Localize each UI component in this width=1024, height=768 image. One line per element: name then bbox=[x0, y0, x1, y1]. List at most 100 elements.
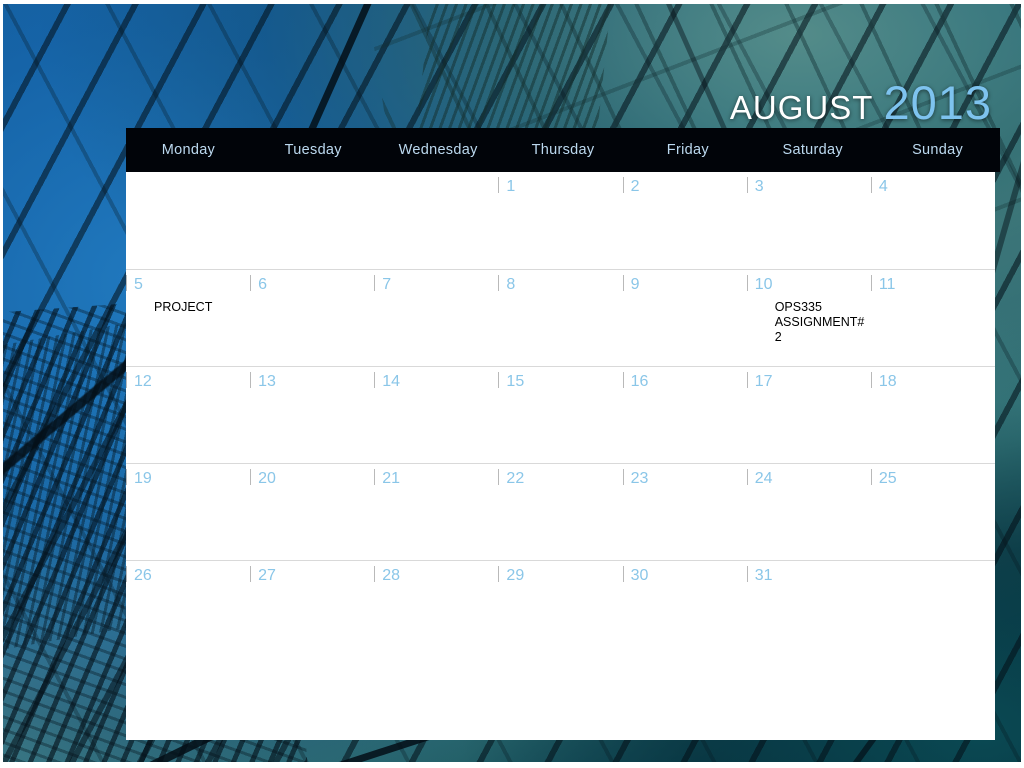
calendar-day-cell[interactable]: 1 bbox=[498, 172, 622, 269]
calendar-week-row bbox=[126, 657, 995, 737]
calendar-empty-cell bbox=[871, 561, 995, 657]
calendar-day-cell[interactable]: 20 bbox=[250, 464, 374, 560]
day-number: 6 bbox=[258, 276, 268, 293]
calendar-day-cell[interactable]: 17 bbox=[746, 367, 871, 463]
day-number: 2 bbox=[630, 178, 640, 195]
day-header-sunday: Sunday bbox=[912, 142, 964, 158]
day-number: 26 bbox=[134, 567, 152, 584]
calendar-day-cell[interactable]: 26 bbox=[126, 561, 250, 657]
calendar-empty-cell bbox=[250, 657, 374, 737]
calendar: Monday Tuesday Wednesday Thursday Friday Satu… bbox=[126, 128, 1000, 740]
calendar-week-row: 1 2 3 4 bbox=[126, 172, 995, 269]
calendar-day-cell[interactable]: 19 bbox=[126, 464, 250, 560]
day-number: 4 bbox=[878, 178, 888, 195]
day-tick-mark bbox=[126, 275, 127, 291]
calendar-empty-cell bbox=[623, 657, 747, 737]
day-tick-mark bbox=[498, 275, 500, 291]
day-number: 31 bbox=[754, 567, 773, 584]
calendar-day-cell[interactable]: 15 bbox=[498, 367, 622, 463]
day-number: 18 bbox=[878, 373, 897, 390]
calendar-day-cell[interactable]: 14 bbox=[374, 367, 498, 463]
calendar-empty-cell bbox=[250, 172, 374, 269]
day-number: 8 bbox=[506, 276, 516, 293]
day-of-week-header: Monday Tuesday Wednesday Thursday Friday Satu… bbox=[126, 128, 1000, 172]
calendar-day-cell[interactable]: 18 bbox=[870, 367, 995, 463]
day-tick-mark bbox=[374, 275, 376, 291]
calendar-empty-cell bbox=[747, 657, 871, 737]
calendar-day-cell[interactable]: 10 OPS335 ASSIGNMENT# 2 bbox=[746, 270, 871, 366]
calendar-day-cell[interactable]: 7 bbox=[374, 270, 498, 366]
day-tick-mark bbox=[622, 275, 624, 291]
calendar-day-cell[interactable]: 2 bbox=[622, 172, 747, 269]
calendar-empty-cell bbox=[374, 657, 498, 737]
day-tick-mark bbox=[250, 275, 252, 291]
day-number: 25 bbox=[878, 470, 897, 487]
day-number: 7 bbox=[382, 276, 392, 293]
day-tick-mark bbox=[126, 566, 127, 582]
day-tick-mark bbox=[622, 566, 624, 582]
calendar-day-cell[interactable]: 5 PROJECT bbox=[126, 270, 250, 366]
day-header-wednesday: Wednesday bbox=[398, 142, 478, 158]
day-number: 20 bbox=[258, 470, 276, 487]
calendar-grid: 1 2 3 4 5 PROJECT 6 7 8 9 10 OPS335 ASSIGNMENT# 2 11… bbox=[126, 172, 995, 740]
day-number: 5 bbox=[134, 276, 143, 293]
day-tick-mark bbox=[126, 372, 127, 388]
calendar-empty-cell bbox=[871, 657, 995, 737]
calendar-day-cell[interactable]: 25 bbox=[870, 464, 995, 560]
calendar-day-cell[interactable]: 29 bbox=[498, 561, 622, 657]
calendar-day-cell[interactable]: 8 bbox=[498, 270, 622, 366]
day-number: 15 bbox=[506, 373, 525, 390]
day-tick-mark bbox=[374, 372, 376, 388]
calendar-day-cell[interactable]: 3 bbox=[746, 172, 871, 269]
calendar-week-row: 26 27 28 29 30 31 bbox=[126, 560, 995, 657]
day-header-tuesday: Tuesday bbox=[284, 142, 342, 158]
calendar-day-cell[interactable]: 23 bbox=[622, 464, 747, 560]
calendar-day-cell[interactable]: 28 bbox=[374, 561, 498, 657]
day-number: 22 bbox=[506, 470, 525, 487]
calendar-empty-cell bbox=[374, 172, 498, 269]
day-number: 9 bbox=[630, 276, 640, 293]
calendar-day-cell[interactable]: 21 bbox=[374, 464, 498, 560]
calendar-day-cell[interactable]: 9 bbox=[622, 270, 747, 366]
day-tick-mark bbox=[870, 177, 872, 193]
calendar-event[interactable]: PROJECT bbox=[154, 300, 232, 315]
day-header-saturday: Saturday bbox=[782, 142, 843, 158]
calendar-day-cell[interactable]: 4 bbox=[870, 172, 995, 269]
calendar-day-cell[interactable]: 31 bbox=[746, 561, 871, 657]
calendar-day-cell[interactable]: 30 bbox=[622, 561, 747, 657]
day-number: 30 bbox=[630, 567, 649, 584]
day-tick-mark bbox=[498, 372, 500, 388]
calendar-empty-cell bbox=[126, 657, 250, 737]
day-number: 1 bbox=[506, 178, 516, 195]
day-tick-mark bbox=[126, 469, 127, 485]
day-tick-mark bbox=[622, 469, 624, 485]
calendar-day-cell[interactable]: 16 bbox=[622, 367, 747, 463]
calendar-day-cell[interactable]: 12 bbox=[126, 367, 250, 463]
day-number: 24 bbox=[754, 470, 773, 487]
day-header-monday: Monday bbox=[161, 142, 216, 158]
calendar-empty-cell bbox=[126, 172, 250, 269]
day-number: 29 bbox=[506, 567, 525, 584]
calendar-event[interactable]: OPS335 ASSIGNMENT# 2 bbox=[775, 300, 867, 345]
calendar-day-cell[interactable]: 24 bbox=[746, 464, 871, 560]
day-tick-mark bbox=[622, 372, 624, 388]
day-tick-mark bbox=[870, 469, 872, 485]
calendar-slide: August 2013 Monday Tuesday Wednesday Thursda… bbox=[0, 0, 1024, 768]
day-number: 3 bbox=[754, 178, 764, 195]
day-number: 12 bbox=[134, 373, 152, 390]
day-tick-mark bbox=[746, 372, 748, 388]
day-number: 17 bbox=[754, 373, 773, 390]
day-number: 21 bbox=[382, 470, 401, 487]
calendar-day-cell[interactable]: 6 bbox=[250, 270, 374, 366]
day-number: 10 bbox=[754, 276, 773, 293]
calendar-day-cell[interactable]: 13 bbox=[250, 367, 374, 463]
day-number: 27 bbox=[258, 567, 276, 584]
calendar-day-cell[interactable]: 11 bbox=[870, 270, 995, 366]
day-tick-mark bbox=[746, 275, 748, 291]
day-tick-mark bbox=[374, 469, 376, 485]
day-tick-mark bbox=[746, 566, 748, 582]
calendar-week-row: 5 PROJECT 6 7 8 9 10 OPS335 ASSIGNMENT# 2 11 bbox=[126, 269, 995, 366]
calendar-day-cell[interactable]: 22 bbox=[498, 464, 622, 560]
calendar-day-cell[interactable]: 27 bbox=[250, 561, 374, 657]
day-tick-mark bbox=[622, 177, 624, 193]
